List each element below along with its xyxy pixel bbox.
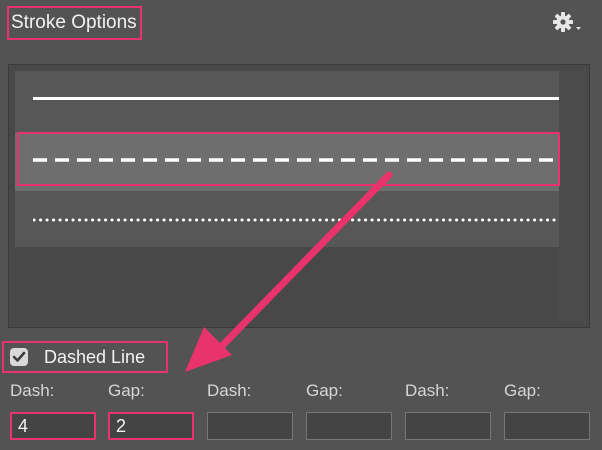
checkmark-icon [12, 351, 26, 362]
solid-line-sample [33, 97, 559, 100]
gap-3-input[interactable] [504, 412, 590, 440]
dotted-line-sample [33, 218, 559, 222]
dashed-line-option[interactable]: Dashed Line [2, 341, 168, 373]
dashed-line-sample [33, 158, 559, 162]
chevron-down-icon [576, 27, 581, 30]
stroke-preset-dotted[interactable] [15, 191, 559, 249]
gap-3-label: Gap: [504, 381, 541, 400]
gap-1-label: Gap: [108, 381, 145, 400]
gear-icon [553, 12, 581, 32]
stroke-preset-dashed[interactable] [15, 133, 559, 191]
gap-2-input[interactable] [306, 412, 392, 440]
dashed-line-checkbox[interactable] [10, 348, 28, 366]
dash-2-label: Dash: [207, 381, 252, 400]
list-scrollbar[interactable] [559, 69, 587, 323]
stroke-preset-solid[interactable] [15, 71, 559, 129]
dash-3-input[interactable] [405, 412, 491, 440]
dash-1-label: Dash: [10, 381, 55, 400]
gap-2-label: Gap: [306, 381, 343, 400]
panel-title: Stroke Options [7, 6, 142, 40]
dashed-line-label: Dashed Line [44, 347, 146, 367]
stroke-options-panel: Stroke Options Dashed Line Dash: Gap: Da… [0, 0, 602, 450]
dash-1-input[interactable]: 4 [10, 412, 96, 440]
stroke-preset-list[interactable] [8, 64, 590, 328]
settings-menu-button[interactable] [550, 10, 586, 38]
stroke-preset-list-content [15, 71, 559, 247]
dash-2-input[interactable] [207, 412, 293, 440]
dash-3-label: Dash: [405, 381, 450, 400]
gap-1-input[interactable]: 2 [108, 412, 194, 440]
